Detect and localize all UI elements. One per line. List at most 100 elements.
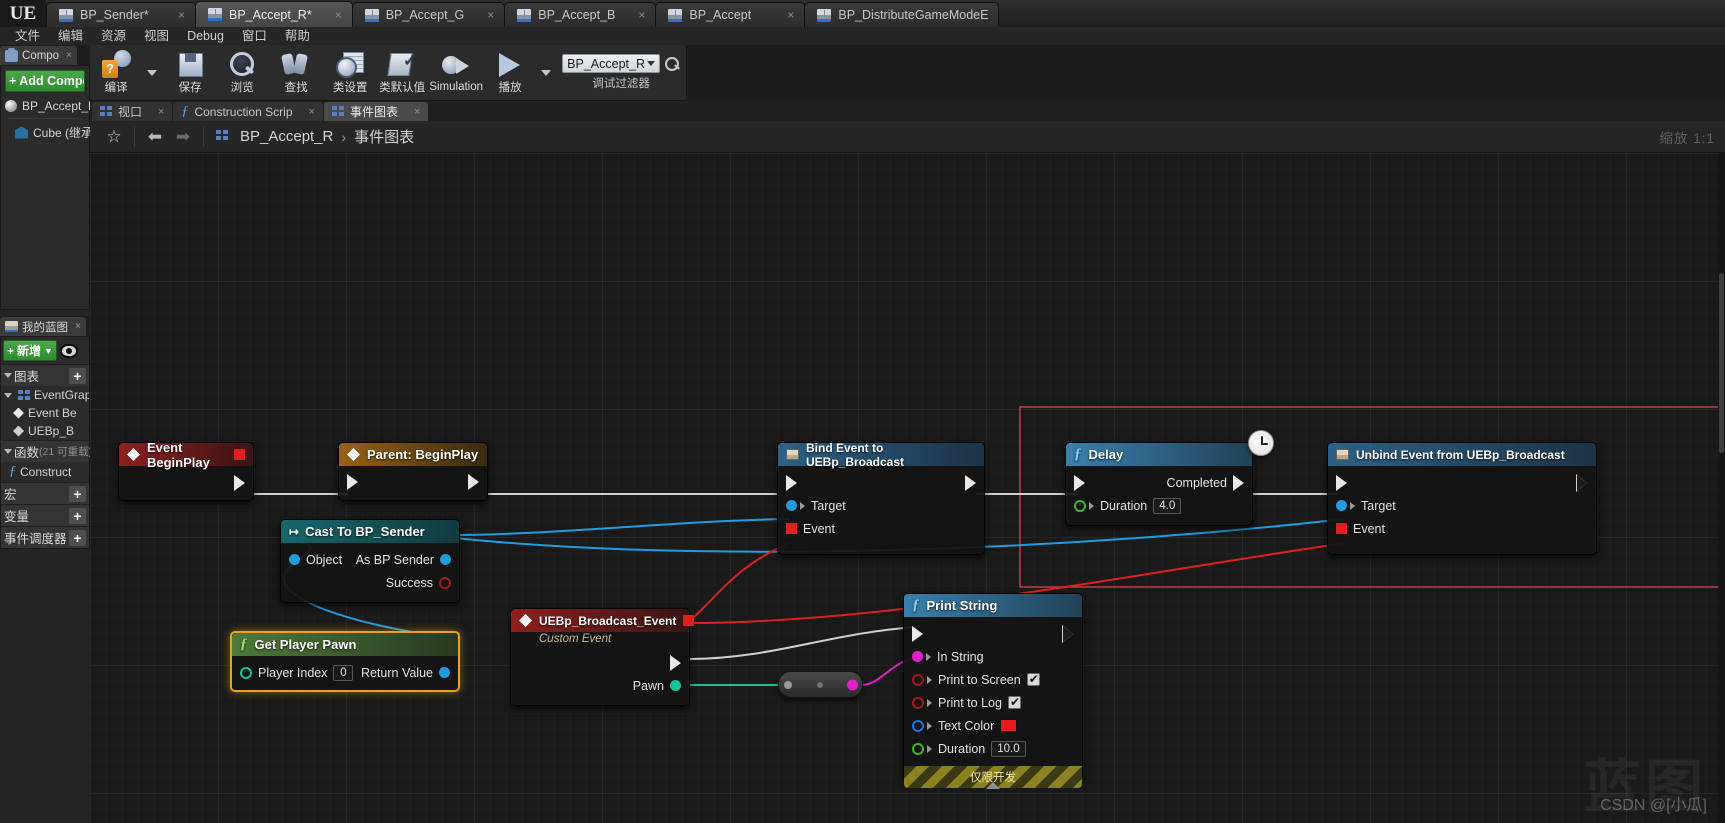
- node-unbind-event[interactable]: Unbind Event from UEBp_Broadcast Target: [1327, 442, 1597, 555]
- reroute-node[interactable]: [778, 671, 863, 698]
- pin-row-target[interactable]: Target: [786, 494, 976, 517]
- close-icon[interactable]: ×: [158, 106, 164, 118]
- section-header-graphs[interactable]: 图表 +: [1, 364, 89, 386]
- pin-row-duration[interactable]: Duration 4.0: [1074, 494, 1244, 517]
- duration-input[interactable]: 4.0: [1153, 497, 1182, 514]
- node-bind-event[interactable]: Bind Event to UEBp_Broadcast Target Even…: [777, 441, 985, 555]
- exec-in-pin[interactable]: [786, 474, 797, 491]
- tab-components[interactable]: Compo ×: [0, 46, 77, 65]
- close-icon[interactable]: ×: [471, 8, 494, 22]
- tab-viewport[interactable]: 视口 ×: [92, 102, 173, 121]
- section-header-macros[interactable]: 宏 +: [1, 482, 89, 504]
- compile-button[interactable]: 编译: [90, 45, 142, 100]
- text-color-swatch[interactable]: [1000, 719, 1018, 732]
- print-to-screen-pin[interactable]: [912, 673, 924, 686]
- debug-filter-dropdown[interactable]: BP_Accept_R: [562, 54, 660, 73]
- browse-button[interactable]: 浏览: [216, 45, 268, 100]
- window-tab-bp-accept-r[interactable]: BP_Accept_R* ×: [195, 1, 353, 27]
- duration-pin[interactable]: [912, 742, 924, 755]
- add-graph-button[interactable]: +: [69, 367, 86, 384]
- menu-item-window[interactable]: 窗口: [233, 27, 276, 45]
- close-icon[interactable]: ×: [162, 8, 185, 22]
- item-construction-script[interactable]: ƒ Construct: [1, 462, 89, 482]
- exec-out-pin[interactable]: [1062, 624, 1074, 643]
- exec-out-pin[interactable]: [965, 474, 976, 491]
- menu-item-assets[interactable]: 资源: [92, 27, 135, 45]
- add-new-button[interactable]: + 新增 ▼: [3, 340, 57, 361]
- node-delay[interactable]: ƒ Delay Completed Duration 4.0: [1065, 442, 1253, 526]
- player-index-input[interactable]: 0: [333, 664, 354, 681]
- duration-input[interactable]: 10.0: [991, 740, 1026, 757]
- exec-out-pin[interactable]: [234, 474, 245, 491]
- back-arrow-icon[interactable]: ⬅: [141, 127, 169, 147]
- find-button[interactable]: 查找: [270, 45, 322, 100]
- node-parent-begin-play[interactable]: Parent: BeginPlay: [338, 442, 488, 501]
- simulation-button[interactable]: Simulation: [429, 45, 483, 100]
- menu-item-file[interactable]: 文件: [6, 27, 49, 45]
- pin-row-in-string[interactable]: In String: [912, 645, 1074, 668]
- add-component-button[interactable]: + Add Compo: [5, 70, 85, 92]
- pin-row-exec[interactable]: Completed: [1074, 471, 1244, 494]
- object-in-pin[interactable]: [289, 554, 300, 565]
- section-header-functions[interactable]: 函数 (21 可重载) +: [1, 440, 110, 462]
- pin-row-print-to-log[interactable]: Print to Log: [912, 691, 1074, 714]
- play-button[interactable]: 播放: [484, 45, 536, 100]
- pin-row-object[interactable]: Object As BP Sender: [289, 548, 451, 571]
- node-event-begin-play[interactable]: Event BeginPlay: [118, 440, 254, 501]
- window-tab-bp-accept-b[interactable]: BP_Accept_B ×: [504, 2, 657, 27]
- tab-construction-script[interactable]: ƒ Construction Scrip ×: [173, 102, 323, 121]
- window-tab-bp-accept-g[interactable]: BP_Accept_G ×: [351, 2, 506, 27]
- node-print-string[interactable]: ƒ Print String In String Print to Screen…: [903, 593, 1083, 789]
- node-get-player-pawn[interactable]: ƒ Get Player Pawn Player Index 0 Return …: [230, 631, 460, 692]
- close-icon[interactable]: ×: [414, 106, 420, 118]
- as-bp-sender-out-pin[interactable]: [440, 554, 451, 565]
- class-settings-button[interactable]: 类设置: [324, 45, 376, 100]
- exec-in-pin[interactable]: [347, 473, 358, 490]
- menu-item-edit[interactable]: 编辑: [49, 27, 92, 45]
- pin-row-event[interactable]: Event: [786, 517, 976, 540]
- pin-row-success[interactable]: Success: [289, 571, 451, 594]
- success-out-pin[interactable]: [439, 576, 451, 589]
- pin-row-exec-out[interactable]: [127, 471, 245, 494]
- pin-row-exec-out[interactable]: [519, 651, 681, 674]
- favorite-star-icon[interactable]: ☆: [100, 127, 128, 147]
- event-delegate-in-pin[interactable]: [786, 523, 797, 534]
- reroute-in-pin[interactable]: [784, 680, 792, 689]
- target-in-pin[interactable]: [1336, 500, 1347, 511]
- exec-in-pin[interactable]: [912, 625, 923, 642]
- item-eventgraph[interactable]: EventGraph: [1, 386, 89, 404]
- save-button[interactable]: 保存: [164, 45, 216, 100]
- pin-row-duration[interactable]: Duration 10.0: [912, 737, 1074, 760]
- window-tab-bp-distribute-gamemode[interactable]: BP_DistributeGameModeE: [804, 2, 1000, 27]
- target-in-pin[interactable]: [786, 500, 797, 511]
- close-icon[interactable]: ×: [771, 8, 794, 22]
- print-to-screen-checkbox[interactable]: [1026, 672, 1040, 686]
- exec-in-pin[interactable]: [1074, 474, 1085, 491]
- close-icon[interactable]: ×: [622, 8, 645, 22]
- scrollbar-thumb[interactable]: [1719, 273, 1724, 453]
- exec-out-pin[interactable]: [1576, 473, 1588, 492]
- exec-in-pin[interactable]: [1336, 474, 1347, 491]
- close-icon[interactable]: ×: [319, 8, 342, 22]
- magnifier-icon[interactable]: [664, 56, 680, 72]
- add-macro-button[interactable]: +: [69, 485, 86, 502]
- pin-row-target[interactable]: Target: [1336, 494, 1588, 517]
- forward-arrow-icon[interactable]: ➡: [169, 127, 197, 147]
- node-uebp-broadcast-event[interactable]: UEBp_Broadcast_Event Custom Event Pawn: [510, 608, 695, 706]
- pin-row-text-color[interactable]: Text Color: [912, 714, 1074, 737]
- close-icon[interactable]: ×: [66, 50, 72, 61]
- section-header-variables[interactable]: 变量 +: [1, 504, 89, 526]
- close-icon[interactable]: ×: [309, 106, 315, 118]
- event-graph-canvas[interactable]: Event BeginPlay Parent: BeginPlay ↦ Cast…: [90, 153, 1725, 823]
- print-to-log-checkbox[interactable]: [1007, 695, 1021, 709]
- menu-item-help[interactable]: 帮助: [276, 27, 319, 45]
- tab-event-graph[interactable]: 事件图表 ×: [323, 102, 429, 121]
- item-uebp-broadcast[interactable]: UEBp_B: [1, 422, 89, 440]
- add-variable-button[interactable]: +: [69, 507, 86, 524]
- canvas-vertical-scrollbar[interactable]: [1718, 153, 1725, 823]
- player-index-in-pin[interactable]: [240, 666, 252, 679]
- pin-row-exec[interactable]: [786, 471, 976, 494]
- play-dropdown-caret-icon[interactable]: [541, 69, 552, 76]
- print-to-log-pin[interactable]: [912, 696, 924, 709]
- window-tab-bp-accept[interactable]: BP_Accept ×: [655, 2, 806, 27]
